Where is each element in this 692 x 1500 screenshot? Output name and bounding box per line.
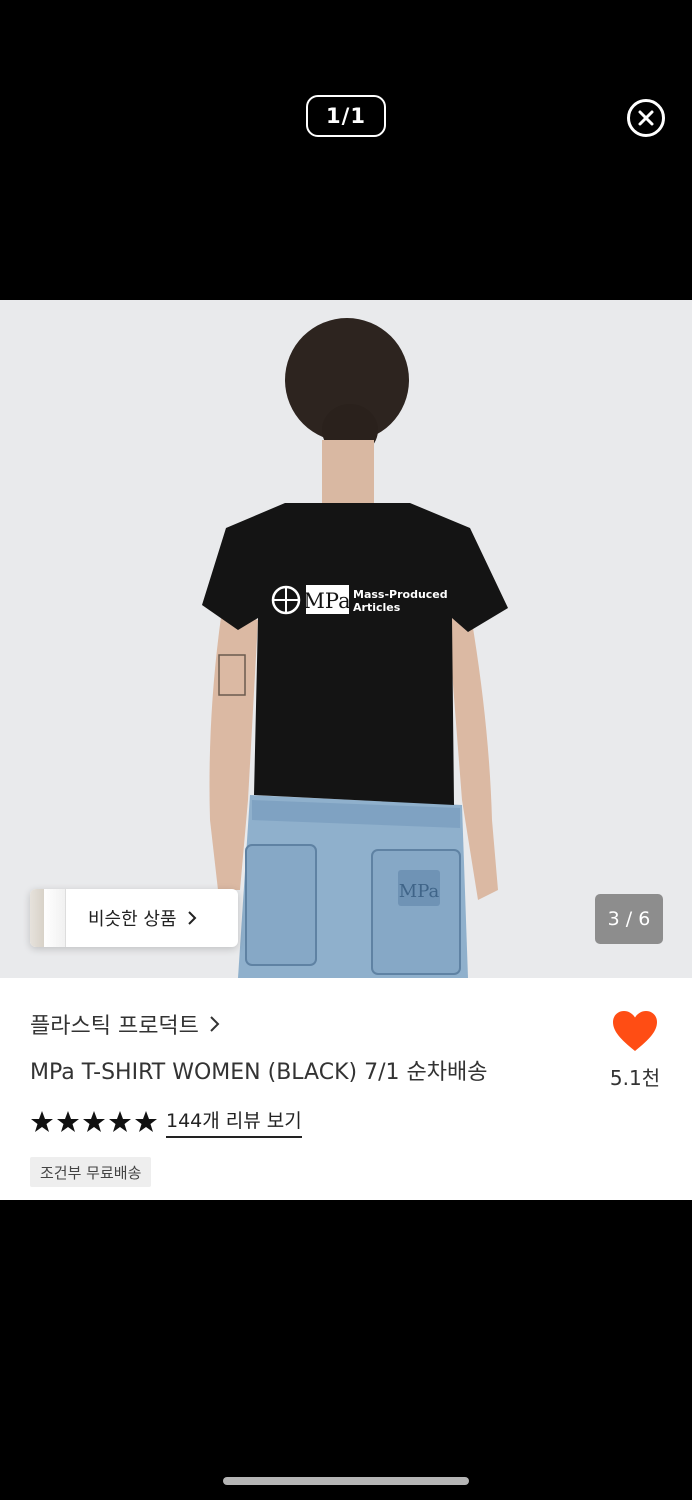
rating-stars <box>30 1110 158 1134</box>
viewer-top-bar: 1/1 <box>0 0 692 300</box>
star-icon <box>135 1111 157 1132</box>
product-title: MPa T-SHIRT WOMEN (BLACK) 7/1 순차배송 <box>30 1060 488 1085</box>
similar-products-label: 비슷한 상품 <box>88 909 177 930</box>
review-link[interactable]: 144개 리뷰 보기 <box>166 1106 302 1138</box>
close-icon <box>638 110 654 126</box>
shipping-badge: 조건부 무료배송 <box>30 1157 152 1187</box>
close-button[interactable] <box>627 99 665 137</box>
star-icon <box>31 1111 53 1132</box>
chevron-right-icon <box>209 1015 221 1033</box>
image-index-badge: 3 / 6 <box>595 894 663 944</box>
image-viewer-counter: 1/1 <box>306 95 386 137</box>
viewer-bottom-area <box>0 1200 692 1500</box>
star-icon <box>109 1111 131 1132</box>
product-photo-illustration: MPa MPa Mass-Produced Articles <box>0 300 692 978</box>
shirt-logo: MPa <box>303 589 350 613</box>
star-icon <box>83 1111 105 1132</box>
brand-name: 플라스틱 프로덕트 <box>30 1014 199 1039</box>
heart-icon <box>613 1011 657 1051</box>
product-info-panel: 플라스틱 프로덕트 MPa T-SHIRT WOMEN (BLACK) 7/1 … <box>0 978 692 1200</box>
similar-products-button[interactable]: 비슷한 상품 <box>30 889 238 947</box>
star-icon <box>57 1111 79 1132</box>
home-indicator[interactable] <box>223 1477 469 1485</box>
shirt-print-line2: Articles <box>353 601 401 614</box>
pocket-logo: MPa <box>399 881 440 902</box>
like-count: 5.1천 <box>609 1066 661 1090</box>
product-photo[interactable]: MPa MPa Mass-Produced Articles <box>0 300 692 978</box>
chevron-right-icon <box>187 910 197 926</box>
shirt-print-line1: Mass-Produced <box>353 588 448 601</box>
rating-row: 144개 리뷰 보기 <box>30 1106 302 1138</box>
brand-link[interactable]: 플라스틱 프로덕트 <box>30 1008 221 1040</box>
similar-products-thumbnail <box>30 889 66 947</box>
like-button[interactable]: 5.1천 <box>605 1010 665 1091</box>
